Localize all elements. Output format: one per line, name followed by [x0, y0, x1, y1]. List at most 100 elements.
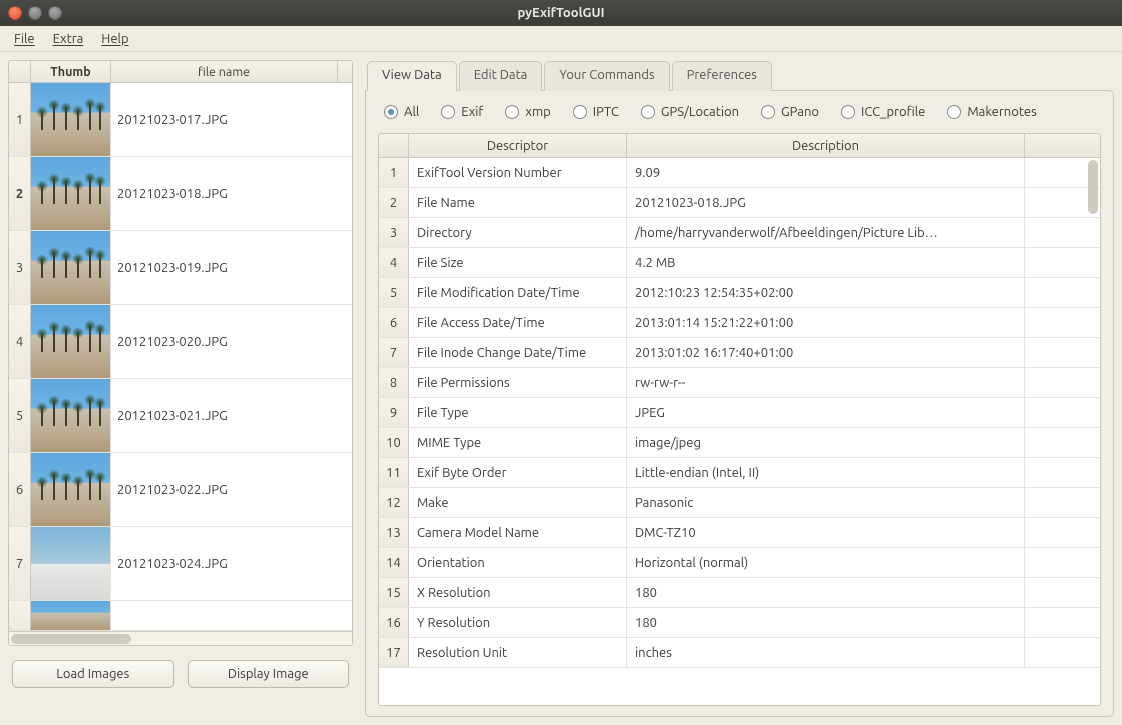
radio-icc-profile[interactable]: ICC_profile: [841, 105, 925, 119]
table-row[interactable]: 7File Inode Change Date/Time2013:01:02 1…: [379, 338, 1100, 368]
tab-your-commands[interactable]: Your Commands: [544, 61, 669, 91]
descriptor-cell[interactable]: File Modification Date/Time: [409, 278, 627, 307]
description-cell[interactable]: Horizontal (normal): [627, 548, 1025, 577]
thumbnail-row[interactable]: 320121023-019.JPG: [9, 231, 352, 305]
grid-header-descriptor[interactable]: Descriptor: [409, 134, 627, 157]
file-name-cell[interactable]: [111, 601, 352, 630]
description-cell[interactable]: 2013:01:14 15:21:22+01:00: [627, 308, 1025, 337]
description-cell[interactable]: rw-rw-r--: [627, 368, 1025, 397]
menu-extra[interactable]: Extra: [53, 32, 84, 46]
descriptor-cell[interactable]: File Type: [409, 398, 627, 427]
table-row[interactable]: 5File Modification Date/Time2012:10:23 1…: [379, 278, 1100, 308]
thumbnail-hscroll-knob[interactable]: [11, 634, 131, 644]
data-grid-vscrollbar[interactable]: [1088, 160, 1098, 703]
tab-edit-data[interactable]: Edit Data: [459, 61, 543, 91]
table-row[interactable]: 16Y Resolution180: [379, 608, 1100, 638]
radio-makernotes[interactable]: Makernotes: [947, 105, 1036, 119]
table-row[interactable]: 8File Permissionsrw-rw-r--: [379, 368, 1100, 398]
tab-view-data[interactable]: View Data: [367, 61, 457, 91]
descriptor-cell[interactable]: Resolution Unit: [409, 638, 627, 667]
table-row[interactable]: 13Camera Model NameDMC-TZ10: [379, 518, 1100, 548]
description-cell[interactable]: 2013:01:02 16:17:40+01:00: [627, 338, 1025, 367]
radio-all[interactable]: All: [384, 105, 419, 119]
descriptor-cell[interactable]: Y Resolution: [409, 608, 627, 637]
file-name-cell[interactable]: 20121023-022.JPG: [111, 453, 352, 526]
table-row[interactable]: 2File Name20121023-018.JPG: [379, 188, 1100, 218]
display-image-button[interactable]: Display Image: [188, 660, 350, 688]
description-cell[interactable]: Little-endian (Intel, II): [627, 458, 1025, 487]
descriptor-cell[interactable]: MIME Type: [409, 428, 627, 457]
file-name-cell[interactable]: 20121023-018.JPG: [111, 157, 352, 230]
file-name-cell[interactable]: 20121023-024.JPG: [111, 527, 352, 600]
grid-header-description[interactable]: Description: [627, 134, 1025, 157]
thumbnail-image[interactable]: [31, 379, 111, 452]
thumbnail-image[interactable]: [31, 305, 111, 378]
table-row[interactable]: 14OrientationHorizontal (normal): [379, 548, 1100, 578]
table-row[interactable]: 10MIME Typeimage/jpeg: [379, 428, 1100, 458]
description-cell[interactable]: image/jpeg: [627, 428, 1025, 457]
thumbnail-image[interactable]: [31, 601, 111, 630]
file-name-cell[interactable]: 20121023-017.JPG: [111, 83, 352, 156]
radio-exif[interactable]: Exif: [441, 105, 483, 119]
descriptor-cell[interactable]: File Inode Change Date/Time: [409, 338, 627, 367]
description-cell[interactable]: JPEG: [627, 398, 1025, 427]
descriptor-cell[interactable]: File Access Date/Time: [409, 308, 627, 337]
description-cell[interactable]: 180: [627, 608, 1025, 637]
descriptor-cell[interactable]: Camera Model Name: [409, 518, 627, 547]
thumbnail-row[interactable]: 520121023-021.JPG: [9, 379, 352, 453]
table-row[interactable]: 1ExifTool Version Number9.09: [379, 158, 1100, 188]
table-row[interactable]: 11Exif Byte OrderLittle-endian (Intel, I…: [379, 458, 1100, 488]
table-row[interactable]: 9File TypeJPEG: [379, 398, 1100, 428]
table-row[interactable]: 6File Access Date/Time2013:01:14 15:21:2…: [379, 308, 1100, 338]
table-row[interactable]: 12MakePanasonic: [379, 488, 1100, 518]
descriptor-cell[interactable]: File Size: [409, 248, 627, 277]
description-cell[interactable]: Panasonic: [627, 488, 1025, 517]
tab-preferences[interactable]: Preferences: [672, 61, 772, 91]
description-cell[interactable]: 4.2 MB: [627, 248, 1025, 277]
table-row[interactable]: 3Directory/home/harryvanderwolf/Afbeeldi…: [379, 218, 1100, 248]
thumbnail-image[interactable]: [31, 157, 111, 230]
thumbnail-image[interactable]: [31, 231, 111, 304]
description-cell[interactable]: DMC-TZ10: [627, 518, 1025, 547]
data-grid-body[interactable]: 1ExifTool Version Number9.092File Name20…: [379, 158, 1100, 705]
description-cell[interactable]: inches: [627, 638, 1025, 667]
load-images-button[interactable]: Load Images: [12, 660, 174, 688]
thumbnail-row[interactable]: 720121023-024.JPG: [9, 527, 352, 601]
descriptor-cell[interactable]: File Permissions: [409, 368, 627, 397]
radio-xmp[interactable]: xmp: [505, 105, 550, 119]
descriptor-cell[interactable]: Orientation: [409, 548, 627, 577]
thumb-header-index[interactable]: [9, 61, 31, 82]
file-name-cell[interactable]: 20121023-021.JPG: [111, 379, 352, 452]
thumbnail-list[interactable]: 120121023-017.JPG220121023-018.JPG320121…: [9, 83, 352, 631]
menu-help[interactable]: Help: [101, 32, 128, 46]
table-row[interactable]: 17Resolution Unitinches: [379, 638, 1100, 668]
description-cell[interactable]: 9.09: [627, 158, 1025, 187]
thumbnail-row[interactable]: 420121023-020.JPG: [9, 305, 352, 379]
descriptor-cell[interactable]: Directory: [409, 218, 627, 247]
description-cell[interactable]: /home/harryvanderwolf/Afbeeldingen/Pictu…: [627, 218, 1025, 247]
thumbnail-row[interactable]: [9, 601, 352, 631]
data-grid-vscroll-knob[interactable]: [1088, 160, 1098, 214]
description-cell[interactable]: 2012:10:23 12:54:35+02:00: [627, 278, 1025, 307]
table-row[interactable]: 15X Resolution180: [379, 578, 1100, 608]
descriptor-cell[interactable]: File Name: [409, 188, 627, 217]
table-row[interactable]: 4File Size4.2 MB: [379, 248, 1100, 278]
thumbnail-row[interactable]: 120121023-017.JPG: [9, 83, 352, 157]
thumb-header-thumb[interactable]: Thumb: [31, 61, 111, 82]
description-cell[interactable]: 20121023-018.JPG: [627, 188, 1025, 217]
descriptor-cell[interactable]: ExifTool Version Number: [409, 158, 627, 187]
thumb-header-filename[interactable]: file name: [111, 61, 338, 82]
grid-header-index[interactable]: [379, 134, 409, 157]
radio-gpano[interactable]: GPano: [761, 105, 819, 119]
descriptor-cell[interactable]: X Resolution: [409, 578, 627, 607]
thumbnail-hscrollbar[interactable]: [9, 631, 352, 645]
thumbnail-image[interactable]: [31, 527, 111, 600]
radio-gps-location[interactable]: GPS/Location: [641, 105, 739, 119]
menu-file[interactable]: File: [14, 32, 35, 46]
radio-iptc[interactable]: IPTC: [573, 105, 619, 119]
descriptor-cell[interactable]: Exif Byte Order: [409, 458, 627, 487]
thumbnail-image[interactable]: [31, 453, 111, 526]
thumbnail-row[interactable]: 220121023-018.JPG: [9, 157, 352, 231]
description-cell[interactable]: 180: [627, 578, 1025, 607]
file-name-cell[interactable]: 20121023-019.JPG: [111, 231, 352, 304]
